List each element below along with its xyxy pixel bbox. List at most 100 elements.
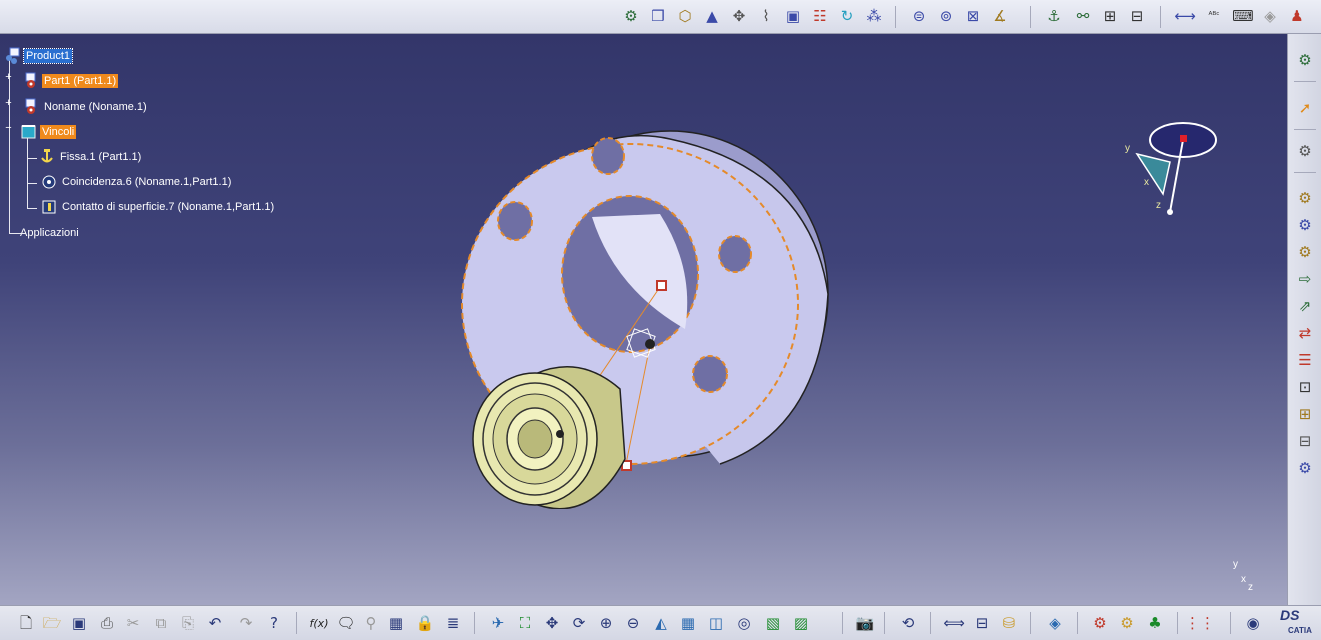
angle-constraint-icon[interactable]: ∡: [989, 5, 1011, 27]
compass-handle[interactable]: [1180, 135, 1187, 142]
measure-inertia-icon[interactable]: ⛁: [998, 612, 1020, 634]
scene-icon[interactable]: ♟: [1286, 5, 1308, 27]
fit-all-icon[interactable]: ⛶: [514, 612, 536, 634]
bolt-hole[interactable]: [497, 201, 533, 241]
replace-component-icon[interactable]: ⇄: [1294, 322, 1316, 344]
clash-icon[interactable]: ☷: [809, 5, 831, 27]
contact-constraint-icon[interactable]: ⊚: [935, 5, 957, 27]
bearing-part[interactable]: [472, 366, 626, 509]
save-icon[interactable]: ▣: [68, 612, 90, 634]
fix-together-icon[interactable]: ⚯: [1072, 5, 1094, 27]
compass-side[interactable]: [1135, 152, 1171, 196]
existing-with-positioning-icon[interactable]: ⇗: [1294, 295, 1316, 317]
bolt-hole[interactable]: [591, 137, 625, 175]
change-constraint-icon[interactable]: ⊟: [1126, 5, 1148, 27]
insert-new-part-icon[interactable]: ⚙: [1294, 241, 1316, 263]
graph-tree-reordering-icon[interactable]: ☰: [1294, 349, 1316, 371]
text-icon[interactable]: ⌨: [1232, 5, 1254, 27]
comment-icon[interactable]: 🗨: [335, 612, 357, 634]
undo-icon[interactable]: ↶: [204, 612, 226, 634]
separator: [1230, 612, 1231, 634]
multiview-icon[interactable]: ♣: [1144, 612, 1166, 634]
coincidence-icon: [42, 175, 56, 189]
measure-between-icon[interactable]: ⟺: [943, 612, 965, 634]
redo-icon[interactable]: ↷: [235, 612, 257, 634]
3d-model[interactable]: [440, 129, 860, 509]
render-style-icon[interactable]: ▧: [762, 612, 784, 634]
zoom-in-icon[interactable]: ⊕: [595, 612, 617, 634]
fast-multi-instantiation-icon[interactable]: ⁂: [863, 5, 885, 27]
formula-icon[interactable]: f(x): [308, 612, 330, 634]
tree-node-fissa[interactable]: Fissa.1 (Part1.1): [38, 148, 143, 166]
whats-this-icon[interactable]: ?: [263, 612, 285, 634]
design-table-icon[interactable]: ≣: [442, 612, 464, 634]
catalog-icon[interactable]: ⚙: [1294, 140, 1316, 162]
tree-node-noname[interactable]: Noname (Noname.1): [22, 98, 149, 116]
expand-toggle[interactable]: +: [4, 98, 13, 109]
multi-instantiation-icon[interactable]: ⚙: [1294, 457, 1316, 479]
generate-numbering-icon[interactable]: ⊡: [1294, 376, 1316, 398]
zoom-out-icon[interactable]: ⊖: [622, 612, 644, 634]
existing-component-icon[interactable]: ⇨: [1294, 268, 1316, 290]
quick-view-icon[interactable]: ◫: [705, 612, 727, 634]
constraint-marker[interactable]: [656, 280, 667, 291]
update-icon[interactable]: ⟲: [897, 612, 919, 634]
3d-viewport[interactable]: Product1 + Part1 (Part1.1) + Noname (Non…: [0, 34, 1287, 605]
offset-constraint-icon[interactable]: ⊠: [962, 5, 984, 27]
product-icon[interactable]: ⬡: [674, 5, 696, 27]
fix-icon[interactable]: ⚓: [1043, 5, 1065, 27]
copy-icon[interactable]: ⧉: [150, 612, 172, 634]
coincidence-constraint-icon[interactable]: ⊜: [908, 5, 930, 27]
rotate-icon[interactable]: ⟳: [568, 612, 590, 634]
pan-icon[interactable]: ✥: [541, 612, 563, 634]
select-icon[interactable]: ➚: [1294, 97, 1316, 119]
tree-node-coincidenza[interactable]: Coincidenza.6 (Noname.1,Part1.1): [40, 173, 233, 191]
tree-node-product1[interactable]: Product1: [4, 47, 74, 65]
print-icon[interactable]: ⎙: [96, 612, 118, 634]
new-component-icon[interactable]: ❒: [647, 5, 669, 27]
measure-icon[interactable]: ⟷: [1174, 5, 1196, 27]
swap-icon[interactable]: ◉: [1242, 612, 1264, 634]
catalog-browser-icon[interactable]: ◈: [1044, 612, 1066, 634]
collapse-toggle[interactable]: −: [4, 123, 13, 134]
tree-node-applicazioni[interactable]: Applicazioni: [18, 224, 81, 242]
insert-new-component-icon[interactable]: ⚙: [1294, 187, 1316, 209]
cut-icon[interactable]: ✂: [122, 612, 144, 634]
capture-icon[interactable]: 📷: [854, 612, 876, 634]
compass[interactable]: [1125, 112, 1225, 222]
knowledge-icon[interactable]: ⚲: [360, 612, 382, 634]
grid-icon[interactable]: ⋮⋮: [1185, 612, 1215, 634]
insert-new-product-icon[interactable]: ⚙: [1294, 214, 1316, 236]
lock-icon[interactable]: 🔒: [414, 612, 436, 634]
iso-view-icon[interactable]: ▦: [677, 612, 699, 634]
normal-view-icon[interactable]: ◭: [650, 612, 672, 634]
properties-icon[interactable]: ⚙: [1294, 49, 1316, 71]
table-icon[interactable]: ▦: [385, 612, 407, 634]
apply-material-icon[interactable]: ⚙: [1089, 612, 1111, 634]
hide-show-icon[interactable]: ◎: [733, 612, 755, 634]
part-icon[interactable]: ▲: [701, 5, 723, 27]
manipulate-icon[interactable]: ✥: [728, 5, 750, 27]
paste-icon[interactable]: ⎘: [177, 612, 199, 634]
reorder-icon[interactable]: ⚙: [1116, 612, 1138, 634]
manage-representations-icon[interactable]: ⊟: [1294, 430, 1316, 452]
reuse-pattern-icon[interactable]: ↻: [836, 5, 858, 27]
snap-icon[interactable]: ⌇: [755, 5, 777, 27]
material-icon[interactable]: ▨: [790, 612, 812, 634]
measure-item-icon[interactable]: ⊟: [971, 612, 993, 634]
tree-node-vincoli[interactable]: Vincoli: [20, 123, 77, 141]
tree-node-part1[interactable]: Part1 (Part1.1): [22, 72, 119, 90]
new-icon[interactable]: 🗋: [15, 612, 37, 634]
tree-node-contatto[interactable]: Contatto di superficie.7 (Noname.1,Part1…: [40, 198, 276, 216]
bolt-hole[interactable]: [718, 235, 752, 273]
explode-icon[interactable]: ▣: [782, 5, 804, 27]
expand-toggle[interactable]: +: [4, 72, 13, 83]
sectioning-icon[interactable]: ◈: [1259, 5, 1281, 27]
quick-constraint-icon[interactable]: ⊞: [1099, 5, 1121, 27]
selective-load-icon[interactable]: ⊞: [1294, 403, 1316, 425]
open-icon[interactable]: 🗁: [41, 612, 63, 634]
fly-mode-icon[interactable]: ✈: [487, 612, 509, 634]
bolt-hole[interactable]: [692, 355, 728, 393]
annotation-icon[interactable]: ᴬᴮᶜ: [1203, 5, 1225, 27]
assembly-icon[interactable]: ⚙: [620, 5, 642, 27]
